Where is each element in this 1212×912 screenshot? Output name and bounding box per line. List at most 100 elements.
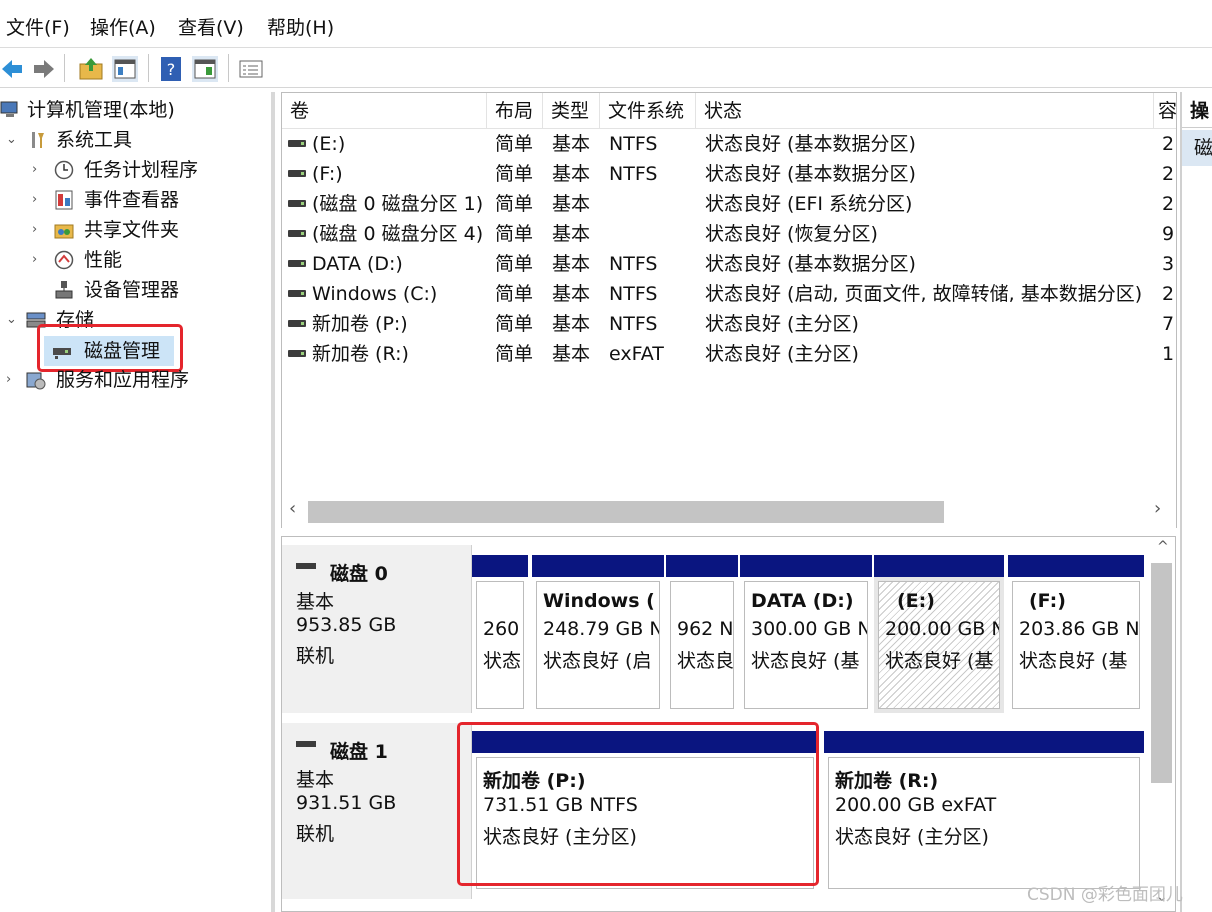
horizontal-scrollbar[interactable]: ‹ › [282, 495, 1176, 529]
cell-status: 状态良好 (基本数据分区) [705, 163, 916, 185]
disk-icon [296, 741, 316, 747]
disk-name: 磁盘 0 [330, 563, 388, 585]
disk-size: 953.85 GB [296, 614, 397, 636]
tree-label: 共享文件夹 [84, 219, 180, 241]
partition-block[interactable]: DATA (D:) 300.00 GB N 状态良好 (基 [740, 555, 872, 713]
menu-help[interactable]: 帮助(H) [267, 16, 334, 40]
show-action-pane-icon[interactable] [192, 56, 218, 82]
toolbar-separator [64, 54, 65, 82]
scrollbar-thumb[interactable] [308, 501, 944, 523]
tree-label: 设备管理器 [84, 279, 180, 301]
disk-name: 磁盘 1 [330, 741, 388, 763]
column-header-layout[interactable]: 布局 [487, 93, 543, 129]
cell-fs: NTFS [609, 253, 658, 275]
partition-bar [824, 731, 1144, 753]
cell-fs: NTFS [609, 163, 658, 185]
column-header-volume[interactable]: 卷 [282, 93, 487, 129]
table-row[interactable]: 新加卷 (P:) 简单 基本 NTFS 状态良好 (主分区) 7 [282, 309, 1176, 339]
actions-item-disk-management[interactable]: 磁 [1182, 130, 1212, 166]
volume-list: 卷 布局 类型 文件系统 状态 容 (E:) 简单 基本 NTFS 状态良好 (基本数据… [281, 92, 1177, 529]
disk-0-info[interactable]: 磁盘 0 基本 953.85 GB 联机 [282, 545, 472, 713]
partition-bar [874, 555, 1004, 577]
chevron-right-icon[interactable]: › [6, 365, 11, 395]
back-arrow-icon[interactable] [0, 56, 26, 82]
menu-action[interactable]: 操作(A) [90, 16, 156, 40]
chevron-right-icon[interactable]: › [32, 215, 37, 245]
table-row[interactable]: DATA (D:) 简单 基本 NTFS 状态良好 (基本数据分区) 3 [282, 249, 1176, 279]
disk-panel-scrollbar[interactable]: ^ ⌄ [1148, 537, 1175, 911]
menu-file[interactable]: 文件(F) [6, 16, 70, 40]
highlight-box-partition-p [457, 722, 819, 886]
scrollbar-thumb[interactable] [1151, 563, 1172, 783]
toolbar-separator [148, 54, 149, 82]
column-header-status[interactable]: 状态 [696, 93, 1154, 129]
cell-layout: 简单 [495, 313, 534, 335]
chevron-right-icon[interactable]: › [32, 155, 37, 185]
column-header-type[interactable]: 类型 [543, 93, 600, 129]
partition-block[interactable]: Windows (248.79 GB N 状态良好 (启 [532, 555, 664, 713]
scroll-left-icon[interactable]: ‹ [289, 498, 296, 519]
partition-status: 状态良好 (启 [543, 650, 652, 672]
column-header-capacity[interactable]: 容 [1154, 93, 1176, 129]
disk-type: 基本 [296, 591, 335, 613]
forward-arrow-icon[interactable] [30, 56, 56, 82]
chevron-right-icon[interactable]: › [32, 245, 37, 275]
cell-volume: (F:) [312, 163, 343, 185]
cell-type: 基本 [552, 253, 591, 275]
disk-type: 基本 [296, 769, 335, 791]
partition-status: 状态 [483, 650, 522, 672]
scroll-up-icon[interactable]: ^ [1157, 539, 1169, 555]
cell-fs: exFAT [609, 343, 664, 365]
svg-text:?: ? [167, 60, 176, 79]
disk-1-info[interactable]: 磁盘 1 基本 931.51 GB 联机 [282, 723, 472, 899]
column-header-filesystem[interactable]: 文件系统 [600, 93, 696, 129]
menu-bar: 文件(F) 操作(A) 查看(V) 帮助(H) [0, 0, 1212, 48]
partition-body: 260 状态 [476, 581, 524, 709]
partition-block[interactable]: 962 N 状态良 [666, 555, 738, 713]
table-row[interactable]: (E:) 简单 基本 NTFS 状态良好 (基本数据分区) 2 [282, 129, 1176, 159]
cell-status: 状态良好 (基本数据分区) [705, 253, 916, 275]
cell-type: 基本 [552, 283, 591, 305]
show-hide-tree-icon[interactable] [112, 56, 138, 82]
table-row[interactable]: (F:) 简单 基本 NTFS 状态良好 (基本数据分区) 2 [282, 159, 1176, 189]
up-folder-icon[interactable] [78, 56, 104, 82]
scroll-right-icon[interactable]: › [1154, 498, 1161, 519]
cell-cap: 2 [1162, 133, 1175, 155]
actions-pane: 操 磁 [1180, 92, 1212, 912]
partition-block[interactable]: 260 状态 [472, 555, 528, 713]
volume-icon [288, 290, 306, 297]
partition-block[interactable]: 新加卷 (R:) 200.00 GB exFAT 状态良好 (主分区) [824, 731, 1144, 893]
partition-status: 状态良 [677, 650, 734, 672]
partition-block[interactable]: (E:) 200.00 GB N 状态良好 (基 [874, 555, 1004, 713]
cell-cap: 7 [1162, 313, 1175, 335]
cell-volume: DATA (D:) [312, 253, 403, 275]
properties-icon[interactable] [238, 56, 264, 82]
table-row[interactable]: (磁盘 0 磁盘分区 4) 简单 基本 状态良好 (恢复分区) 9 [282, 219, 1176, 249]
cell-status: 状态良好 (启动, 页面文件, 故障转储, 基本数据分区) [705, 283, 1143, 305]
volume-icon [288, 170, 306, 177]
chevron-down-icon[interactable]: ⌄ [6, 125, 17, 155]
cell-cap: 1 [1162, 343, 1175, 365]
actions-header: 操 [1182, 94, 1212, 128]
partition-title: DATA (D:) [751, 590, 854, 612]
table-row[interactable]: Windows (C:) 简单 基本 NTFS 状态良好 (启动, 页面文件, 故障转储… [282, 279, 1176, 309]
cell-fs: NTFS [609, 133, 658, 155]
cell-volume: Windows (C:) [312, 283, 438, 305]
chevron-right-icon[interactable]: › [32, 185, 37, 215]
chevron-down-icon[interactable]: ⌄ [6, 305, 17, 335]
clock-icon [54, 160, 74, 180]
volume-icon [288, 260, 306, 267]
partition-block[interactable]: (F:) 203.86 GB N 状态良好 (基 [1008, 555, 1144, 713]
partition-body: 962 N 状态良 [670, 581, 734, 709]
shared-folder-icon [54, 224, 74, 239]
partition-status: 状态良好 (基 [885, 650, 994, 672]
disk-state: 联机 [296, 645, 335, 667]
cell-status: 状态良好 (基本数据分区) [705, 133, 916, 155]
help-icon[interactable]: ? [158, 56, 184, 82]
table-row[interactable]: 新加卷 (R:) 简单 基本 exFAT 状态良好 (主分区) 1 [282, 339, 1176, 369]
partition-title: Windows ( [543, 590, 655, 612]
table-row[interactable]: (磁盘 0 磁盘分区 1) 简单 基本 状态良好 (EFI 系统分区) 2 [282, 189, 1176, 219]
partition-size: 200.00 GB N [885, 618, 1000, 640]
menu-view[interactable]: 查看(V) [178, 16, 244, 40]
toolbar: ? [0, 48, 1212, 88]
